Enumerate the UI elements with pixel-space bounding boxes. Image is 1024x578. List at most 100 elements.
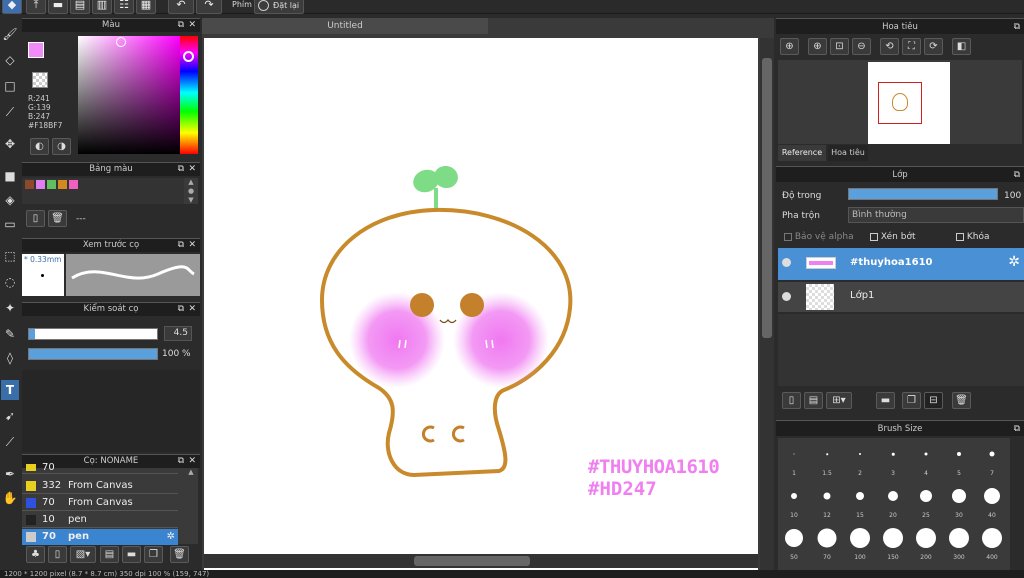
close-icon[interactable]: ✕: [188, 455, 196, 468]
brush-size-cell[interactable]: 20: [877, 480, 909, 520]
fullscreen-icon[interactable]: ⛶: [902, 38, 921, 55]
brush-item[interactable]: 70: [22, 463, 178, 474]
brush-size-cell[interactable]: 7: [976, 438, 1008, 478]
brush-size-cell[interactable]: 3: [877, 438, 909, 478]
brush-size-cell[interactable]: 400: [976, 522, 1008, 562]
zoom-in-icon[interactable]: ⊕: [780, 38, 799, 55]
brush-size-value[interactable]: 4.5: [164, 326, 192, 341]
zoom-in-2-icon[interactable]: ⊕: [808, 38, 827, 55]
select-eraser-tool-icon[interactable]: ◊: [1, 348, 19, 368]
new-brush-icon[interactable]: ▯: [48, 546, 67, 563]
open-icon[interactable]: ⤒: [26, 0, 46, 14]
hue-handle[interactable]: [183, 51, 194, 62]
horizontal-scrollbar[interactable]: [204, 554, 758, 568]
brush-tool-icon[interactable]: 🖌: [1, 24, 19, 44]
new-layer-icon[interactable]: ▯: [782, 392, 801, 409]
navigator-viewport[interactable]: [878, 82, 922, 124]
list-icon[interactable]: ☷: [114, 0, 134, 14]
brush-list-scrollbar[interactable]: ▲: [184, 468, 198, 544]
hand-tool-icon[interactable]: ✋: [1, 488, 19, 508]
brush-size-cell[interactable]: 5: [943, 438, 975, 478]
line-tool-icon[interactable]: ⟋: [1, 102, 19, 122]
popout-icon[interactable]: ⧉: [178, 19, 184, 32]
brush-settings-icon[interactable]: ✲: [167, 529, 175, 545]
comment-icon[interactable]: ▤: [70, 0, 90, 14]
brush-size-cell[interactable]: 2: [844, 438, 876, 478]
app-icon[interactable]: ◆: [2, 0, 22, 14]
layer-folder-icon[interactable]: ▬: [876, 392, 895, 409]
undo-icon[interactable]: ↶: [168, 0, 194, 14]
tab-reference[interactable]: Reference: [778, 145, 826, 161]
palette-swatch[interactable]: [58, 180, 67, 189]
rotate-right-icon[interactable]: ⟳: [924, 38, 943, 55]
brush-size-cell[interactable]: 10: [778, 480, 810, 520]
brush-item[interactable]: 70 From Canvas: [22, 495, 178, 511]
fit-icon[interactable]: ⊡: [830, 38, 849, 55]
brush-copy-icon[interactable]: ▤: [100, 546, 119, 563]
brush-size-cell[interactable]: 200: [910, 522, 942, 562]
eyedropper-tool-icon[interactable]: ⟋: [1, 432, 19, 452]
layer-row-selected[interactable]: #thuyhoa1610 ✲: [778, 248, 1024, 280]
select-rect-tool-icon[interactable]: ⬚: [1, 246, 19, 266]
visibility-icon[interactable]: [782, 258, 791, 267]
reset-button[interactable]: Đặt lại: [254, 0, 304, 14]
move-tool-icon[interactable]: ✥: [1, 134, 19, 154]
redo-icon[interactable]: ↷: [196, 0, 222, 14]
brush-size-cell[interactable]: 15: [844, 480, 876, 520]
navigator-preview[interactable]: [778, 60, 1022, 144]
color-picker-cursor[interactable]: [116, 37, 126, 47]
popout-icon[interactable]: ⧉: [1014, 421, 1020, 437]
picker-tool-icon[interactable]: ✒: [1, 464, 19, 484]
new-palette-icon[interactable]: ▯: [26, 210, 45, 227]
delete-layer-icon[interactable]: 🗑: [952, 392, 971, 409]
brush-size-cell[interactable]: 70: [811, 522, 843, 562]
brush-size-cell[interactable]: 25: [910, 480, 942, 520]
lock-checkbox[interactable]: Khóa: [956, 232, 990, 242]
bucket-tool-icon[interactable]: ◈: [1, 190, 19, 210]
gradient-tool-icon[interactable]: ▭: [1, 214, 19, 234]
frame-icon[interactable]: ▥: [92, 0, 112, 14]
duplicate-layer-icon[interactable]: ❐: [902, 392, 921, 409]
brush-item[interactable]: 332 From Canvas: [22, 478, 178, 494]
close-icon[interactable]: ✕: [188, 163, 196, 176]
merge-layer-icon[interactable]: ⊟: [924, 392, 943, 409]
brush-size-cell[interactable]: 1.5: [811, 438, 843, 478]
visibility-icon[interactable]: [782, 292, 791, 301]
palette-swatch[interactable]: [36, 180, 45, 189]
palette-swatch[interactable]: [47, 180, 56, 189]
brush-size-slider[interactable]: [28, 328, 158, 340]
add-brush-icon[interactable]: ♣: [26, 546, 45, 563]
brush-delete-icon[interactable]: 🗑: [170, 546, 189, 563]
palette-swatch[interactable]: [25, 180, 34, 189]
blend-mode-select[interactable]: Bình thường: [848, 207, 1024, 223]
text-tool-icon[interactable]: T: [1, 380, 19, 400]
brush-item-selected[interactable]: 70 pen ✲: [22, 529, 178, 545]
zoom-out-icon[interactable]: ⊖: [852, 38, 871, 55]
rotate-left-icon[interactable]: ⟲: [880, 38, 899, 55]
magic-wand-tool-icon[interactable]: ✦: [1, 298, 19, 318]
brush-duplicate-icon[interactable]: ❐: [144, 546, 163, 563]
palette-scrollbar[interactable]: ▲ ● ▼: [184, 178, 198, 204]
flip-icon[interactable]: ◧: [952, 38, 971, 55]
palette-swatch[interactable]: [69, 180, 78, 189]
grid-icon[interactable]: ▦: [136, 0, 156, 14]
vertical-scroll-thumb[interactable]: [762, 58, 772, 338]
opacity-slider[interactable]: [28, 348, 158, 360]
close-icon[interactable]: ✕: [188, 303, 196, 316]
canvas-tab[interactable]: Untitled: [202, 18, 488, 34]
brush-item[interactable]: 10 pen: [22, 512, 178, 528]
hue-slider[interactable]: [180, 36, 198, 154]
brush-size-cell[interactable]: 40: [976, 480, 1008, 520]
brush-size-cell[interactable]: 4: [910, 438, 942, 478]
popout-icon[interactable]: ⧉: [178, 163, 184, 176]
layer-settings-icon[interactable]: ✲: [1008, 254, 1020, 270]
horizontal-scroll-thumb[interactable]: [414, 556, 530, 566]
fill-rect-tool-icon[interactable]: ■: [1, 166, 19, 186]
shape-tool-icon[interactable]: □: [1, 76, 19, 96]
new-layer-menu-icon[interactable]: ⊞▾: [826, 392, 852, 409]
select-pen-tool-icon[interactable]: ✎: [1, 324, 19, 344]
chat-icon[interactable]: ▬: [48, 0, 68, 14]
eraser-tool-icon[interactable]: ◇: [1, 50, 19, 70]
popout-icon[interactable]: ⧉: [178, 239, 184, 252]
color-wheel-icon[interactable]: ◐: [30, 138, 49, 155]
